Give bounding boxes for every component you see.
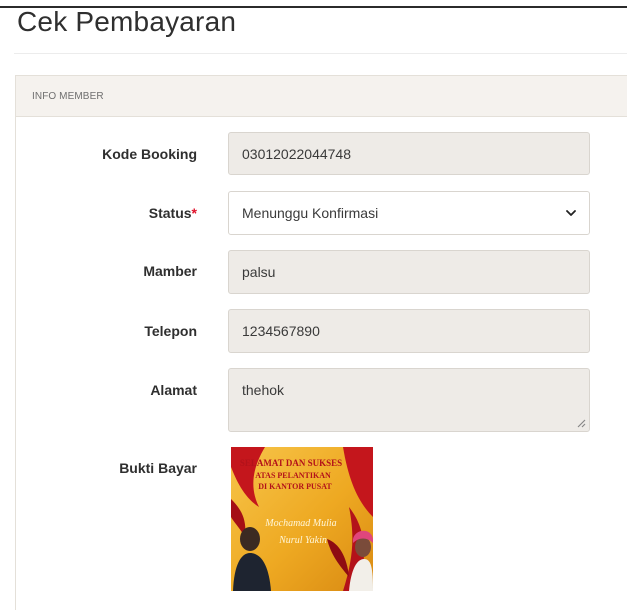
image-text-1: SELAMAT DAN SUKSES (240, 458, 342, 468)
alamat-label-text: Alamat (150, 382, 197, 398)
bukti-bayar-image[interactable]: SELAMAT DAN SUKSES ATAS PELANTIKAN DI KA… (231, 447, 373, 591)
bukti-bayar-label: Bukti Bayar (119, 460, 197, 476)
member-value: palsu (242, 264, 276, 280)
image-text-5: Nurul Yakin (278, 535, 327, 546)
bukti-bayar-label-text: Bukti Bayar (119, 460, 197, 476)
alamat-textarea[interactable]: thehok (228, 368, 590, 432)
kode-booking-value: 03012022044748 (242, 145, 352, 162)
kode-booking-field[interactable]: 03012022044748 (228, 132, 590, 175)
payment-proof-picture: SELAMAT DAN SUKSES ATAS PELANTIKAN DI KA… (231, 447, 373, 591)
chevron-down-icon (566, 210, 576, 216)
telepon-label: Telepon (144, 323, 197, 339)
member-label-text: Mamber (143, 263, 197, 279)
telepon-label-text: Telepon (144, 323, 197, 339)
alamat-label: Alamat (150, 382, 197, 398)
status-label: Status* (149, 205, 197, 221)
status-select[interactable]: Menunggu Konfirmasi (228, 191, 590, 235)
alamat-value: thehok (242, 382, 285, 398)
telepon-field[interactable]: 1234567890 (228, 309, 590, 353)
member-label: Mamber (143, 263, 197, 279)
card-header: INFO MEMBER (16, 76, 627, 117)
status-label-text: Status (148, 205, 192, 221)
member-field[interactable]: palsu (228, 250, 590, 294)
kode-booking-label-text: Kode Booking (102, 146, 197, 162)
resize-grip-icon[interactable] (576, 418, 586, 428)
kode-booking-label: Kode Booking (102, 146, 197, 162)
image-text-3: DI KANTOR PUSAT (258, 482, 332, 491)
card-header-title: INFO MEMBER (32, 90, 104, 102)
page-title: Cek Pembayaran (17, 6, 237, 37)
telepon-value: 1234567890 (242, 323, 320, 339)
title-divider (14, 53, 627, 54)
image-text-2: ATAS PELANTIKAN (255, 471, 331, 480)
status-selected-value: Menunggu Konfirmasi (242, 205, 379, 221)
required-mark: * (191, 205, 197, 221)
image-text-4: Mochamad Mulia (264, 518, 336, 529)
